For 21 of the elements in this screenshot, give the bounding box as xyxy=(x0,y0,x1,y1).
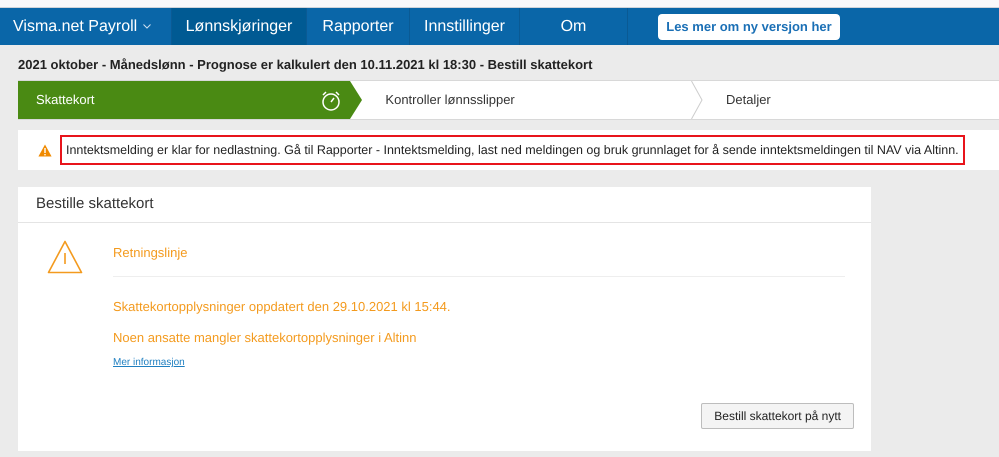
page-title: 2021 oktober - Månedslønn - Prognose er kalkulert den 10.11.2021 kl 18:30 - Bestill skattekort xyxy=(18,56,594,73)
nav-tab[interactable]: Rapporter xyxy=(307,8,410,45)
nav-tab[interactable]: Lønnskjøringer xyxy=(172,8,307,45)
warning-icon xyxy=(47,240,83,274)
nav-tab[interactable]: Om xyxy=(520,8,628,45)
guideline-heading: Retningslinje xyxy=(113,223,845,277)
reorder-tax-card-button[interactable]: Bestill skattekort på nytt xyxy=(701,403,854,429)
stopwatch-icon xyxy=(320,90,342,112)
nav-tab[interactable]: Innstillinger xyxy=(410,8,520,45)
step-chevron-icon xyxy=(350,81,362,119)
status-text: Noen ansatte mangler skattekortopplysninger i Altinn xyxy=(113,328,418,347)
warning-icon xyxy=(38,144,52,156)
wizard-step[interactable]: Kontroller lønnsslipper xyxy=(362,81,691,119)
wizard-step[interactable]: Detaljer xyxy=(702,81,999,119)
alert-message: Inntektsmelding er klar for nedlastning. Gå til Rapporter - Inntektsmelding, last ned meldingen og bruk grunnlaget for å sende inntektsmeldingen til NAV via Altinn. xyxy=(60,134,965,166)
card-title: Bestille skattekort xyxy=(18,187,871,223)
status-text: Skattekortopplysninger oppdatert den 29.10.2021 kl 15:44. xyxy=(113,298,452,316)
chevron-down-icon[interactable] xyxy=(143,24,152,29)
app-brand[interactable]: Visma.net Payroll xyxy=(13,14,138,38)
more-info-link[interactable]: Mer informasjon xyxy=(113,355,185,370)
new-version-button[interactable]: Les mer om ny versjon her xyxy=(658,14,840,40)
